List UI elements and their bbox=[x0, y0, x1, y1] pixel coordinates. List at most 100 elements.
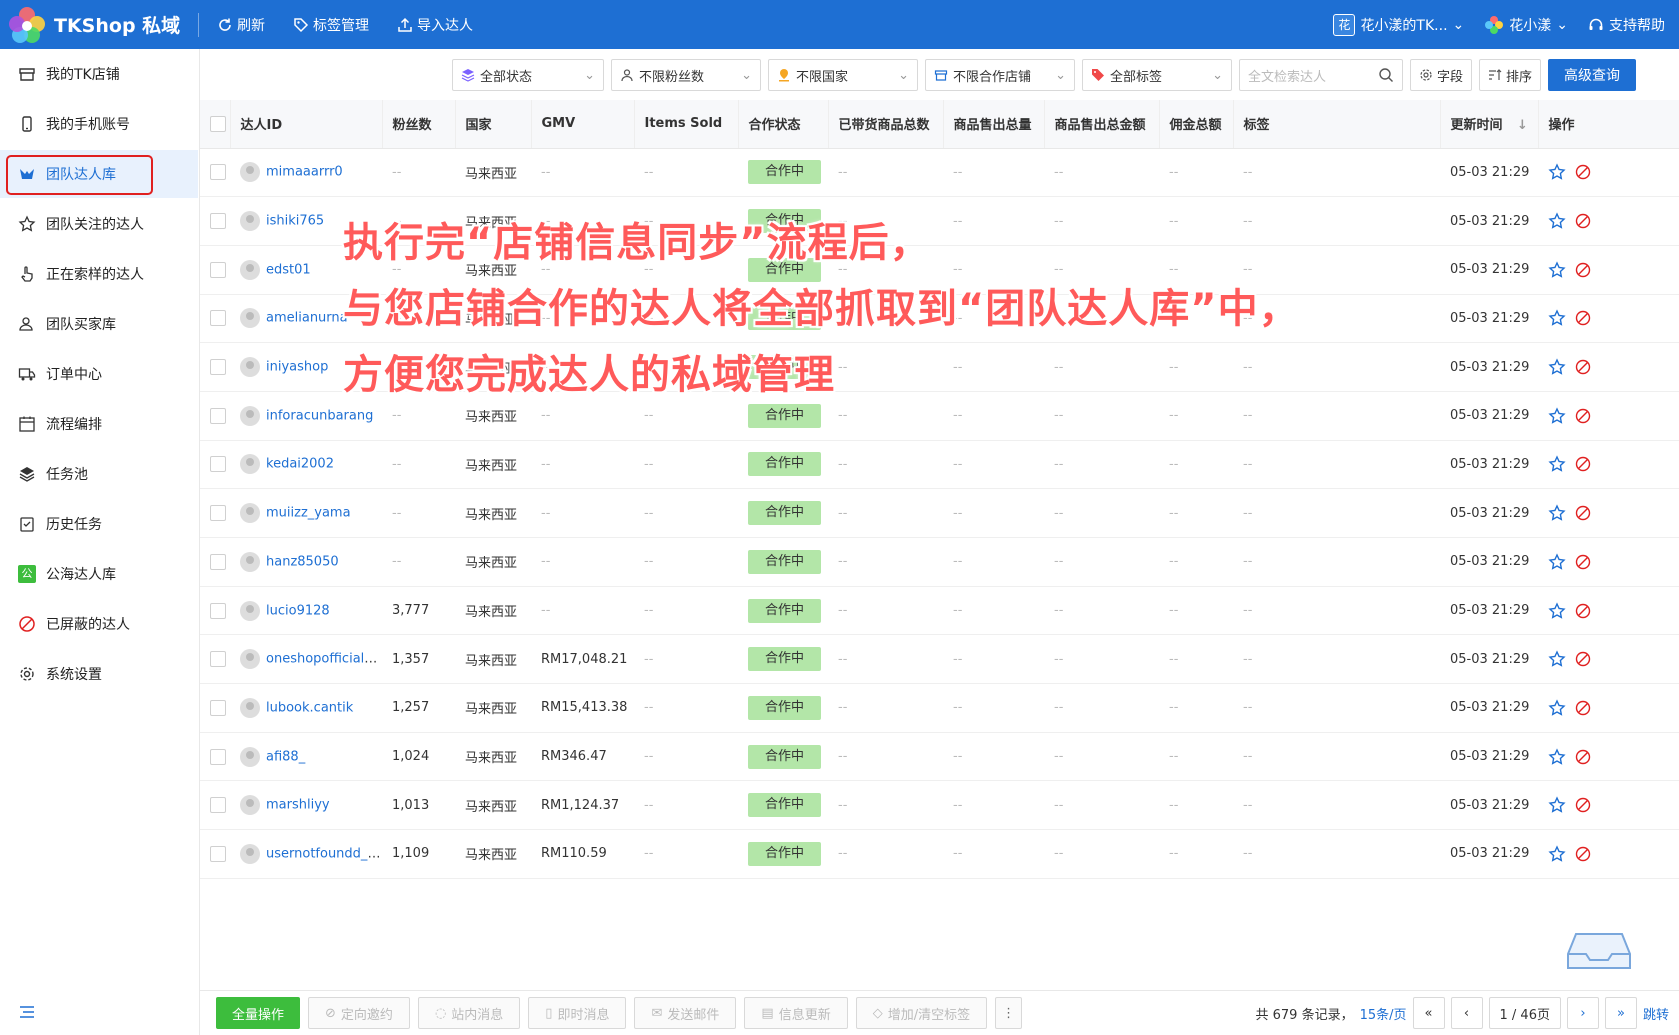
sidebar-item-blocked-creators[interactable]: 已屏蔽的达人 bbox=[0, 600, 198, 648]
col-country[interactable]: 国家 bbox=[454, 100, 531, 149]
creator-id-cell[interactable]: muiizz_yama bbox=[230, 488, 382, 538]
creator-id-cell[interactable]: lubook.cantik bbox=[230, 683, 382, 733]
sidebar-item-phone-accounts[interactable]: 我的手机账号 bbox=[0, 100, 198, 148]
block-icon[interactable] bbox=[1574, 261, 1592, 279]
sidebar-item-sampling-creators[interactable]: 正在索样的达人 bbox=[0, 250, 198, 298]
creator-id[interactable]: marshliyy bbox=[266, 798, 330, 813]
page-size-select[interactable]: 15条/页 bbox=[1360, 1004, 1407, 1023]
star-icon[interactable] bbox=[1548, 504, 1566, 522]
sidebar-item-buyers[interactable]: 团队买家库 bbox=[0, 300, 198, 348]
block-icon[interactable] bbox=[1574, 455, 1592, 473]
tag-select[interactable]: 全部标签 ⌄ bbox=[1082, 59, 1232, 91]
creator-id[interactable]: muiizz_yama bbox=[266, 506, 351, 521]
row-checkbox[interactable] bbox=[200, 586, 230, 636]
row-checkbox[interactable] bbox=[200, 537, 230, 587]
creator-id-cell[interactable]: afi88_ bbox=[230, 732, 382, 782]
sidebar-item-workflow[interactable]: 流程编排 bbox=[0, 400, 198, 448]
creator-id[interactable]: oneshopofficialst... bbox=[266, 652, 382, 667]
table-row[interactable]: lubook.cantik 1,257 马来西亚 RM15,413.38 -- … bbox=[200, 683, 1679, 733]
table-row[interactable]: oneshopofficialst... 1,357 马来西亚 RM17,048… bbox=[200, 634, 1679, 685]
block-icon[interactable] bbox=[1574, 309, 1592, 327]
sidebar-item-task-pool[interactable]: 任务池 bbox=[0, 450, 198, 498]
sidebar-item-task-history[interactable]: 历史任务 bbox=[0, 500, 198, 548]
tag-manage-button[interactable]: 标签管理 bbox=[293, 15, 369, 35]
next-page-button[interactable]: › bbox=[1566, 997, 1599, 1029]
star-icon[interactable] bbox=[1548, 796, 1566, 814]
star-icon[interactable] bbox=[1548, 358, 1566, 376]
col-creator-id[interactable]: 达人ID bbox=[229, 100, 382, 149]
block-icon[interactable] bbox=[1574, 358, 1592, 376]
col-items-sold[interactable]: Items Sold bbox=[633, 100, 738, 149]
row-checkbox[interactable] bbox=[200, 829, 230, 879]
star-icon[interactable] bbox=[1548, 845, 1566, 863]
row-checkbox[interactable] bbox=[200, 683, 230, 733]
fans-select[interactable]: 不限粉丝数 ⌄ bbox=[611, 59, 761, 91]
select-all-checkbox[interactable] bbox=[200, 100, 230, 149]
col-commission[interactable]: 佣金总额 bbox=[1158, 100, 1233, 149]
info-update-button[interactable]: ▤ 信息更新 bbox=[744, 997, 848, 1029]
team-switcher[interactable]: 花 花小漾的TK... ⌄ bbox=[1333, 13, 1464, 36]
sidebar-item-tk-shop[interactable]: 我的TK店铺 bbox=[0, 50, 198, 98]
col-fans[interactable]: 粉丝数 bbox=[381, 100, 455, 149]
table-row[interactable]: usernotfoundd_0... 1,109 马来西亚 RM110.59 -… bbox=[200, 829, 1679, 879]
targeted-invite-button[interactable]: ⊘ 定向邀约 bbox=[308, 997, 410, 1029]
block-icon[interactable] bbox=[1574, 212, 1592, 230]
block-icon[interactable] bbox=[1574, 699, 1592, 717]
table-row[interactable]: muiizz_yama -- 马来西亚 -- -- 合作中 -- -- -- -… bbox=[200, 488, 1679, 538]
block-icon[interactable] bbox=[1574, 504, 1592, 522]
row-checkbox[interactable] bbox=[200, 732, 230, 782]
creator-id-cell[interactable]: kedai2002 bbox=[230, 440, 382, 490]
sidebar-item-followed-creators[interactable]: 团队关注的达人 bbox=[0, 200, 198, 248]
creator-id[interactable]: mimaaarrr0 bbox=[266, 165, 343, 180]
prev-page-button[interactable]: ‹ bbox=[1450, 997, 1483, 1029]
star-icon[interactable] bbox=[1548, 163, 1566, 181]
row-checkbox[interactable] bbox=[200, 196, 230, 246]
advanced-search-button[interactable]: 高级查询 bbox=[1548, 59, 1637, 91]
country-select[interactable]: 不限国家 ⌄ bbox=[768, 59, 918, 91]
creator-id[interactable]: iniyashop bbox=[266, 360, 328, 375]
sidebar-item-public-pool[interactable]: 公 公海达人库 bbox=[0, 550, 198, 598]
status-select[interactable]: 全部状态 ⌄ bbox=[452, 59, 604, 91]
star-icon[interactable] bbox=[1548, 747, 1566, 766]
first-page-button[interactable]: « bbox=[1412, 997, 1445, 1029]
more-actions-button[interactable]: ⋮ bbox=[995, 997, 1023, 1029]
star-icon[interactable] bbox=[1548, 407, 1566, 425]
table-row[interactable]: marshliyy 1,013 马来西亚 RM1,124.37 -- 合作中 -… bbox=[200, 780, 1679, 831]
table-row[interactable]: lucio9128 3,777 马来西亚 -- -- 合作中 -- -- -- … bbox=[200, 586, 1679, 636]
block-icon[interactable] bbox=[1574, 748, 1592, 766]
block-icon[interactable] bbox=[1574, 602, 1592, 620]
jump-button[interactable]: 跳转 bbox=[1643, 1004, 1669, 1023]
creator-id[interactable]: lubook.cantik bbox=[266, 700, 353, 715]
col-gmv[interactable]: GMV bbox=[530, 100, 634, 149]
row-checkbox[interactable] bbox=[200, 294, 230, 344]
block-icon[interactable] bbox=[1574, 163, 1592, 181]
star-icon[interactable] bbox=[1548, 309, 1566, 327]
creator-id[interactable]: kedai2002 bbox=[266, 457, 334, 472]
block-icon[interactable] bbox=[1574, 650, 1592, 668]
star-icon[interactable] bbox=[1548, 699, 1566, 717]
row-checkbox[interactable] bbox=[200, 391, 230, 441]
row-checkbox[interactable] bbox=[200, 148, 230, 198]
table-row[interactable]: afi88_ 1,024 马来西亚 RM346.47 -- 合作中 -- -- … bbox=[200, 732, 1679, 782]
row-checkbox[interactable] bbox=[200, 245, 230, 295]
block-icon[interactable] bbox=[1574, 796, 1592, 814]
block-icon[interactable] bbox=[1574, 845, 1592, 863]
col-tags[interactable]: 标签 bbox=[1232, 100, 1440, 149]
instant-message-button[interactable]: ▯ 即时消息 bbox=[528, 997, 627, 1029]
bulk-action-button[interactable]: 全量操作 bbox=[216, 997, 301, 1029]
creator-id[interactable]: afi88_ bbox=[266, 749, 305, 764]
creator-id[interactable]: usernotfoundd_0... bbox=[266, 846, 382, 861]
block-icon[interactable] bbox=[1574, 407, 1592, 425]
star-icon[interactable] bbox=[1548, 601, 1566, 620]
block-icon[interactable] bbox=[1574, 553, 1592, 571]
site-message-button[interactable]: ◌ 站内消息 bbox=[417, 997, 521, 1029]
col-sold-amount[interactable]: 商品售出总金额 bbox=[1043, 100, 1159, 149]
page-indicator[interactable]: 1 / 46页 bbox=[1488, 997, 1561, 1029]
star-icon[interactable] bbox=[1548, 212, 1566, 230]
sidebar-item-orders[interactable]: 订单中心 bbox=[0, 350, 198, 398]
row-checkbox[interactable] bbox=[200, 488, 230, 538]
sidebar-item-team-creators[interactable]: 团队达人库 bbox=[0, 150, 198, 198]
refresh-button[interactable]: 刷新 bbox=[217, 15, 265, 35]
creator-id[interactable]: ishiki765 bbox=[266, 214, 324, 229]
star-icon[interactable] bbox=[1548, 455, 1566, 473]
